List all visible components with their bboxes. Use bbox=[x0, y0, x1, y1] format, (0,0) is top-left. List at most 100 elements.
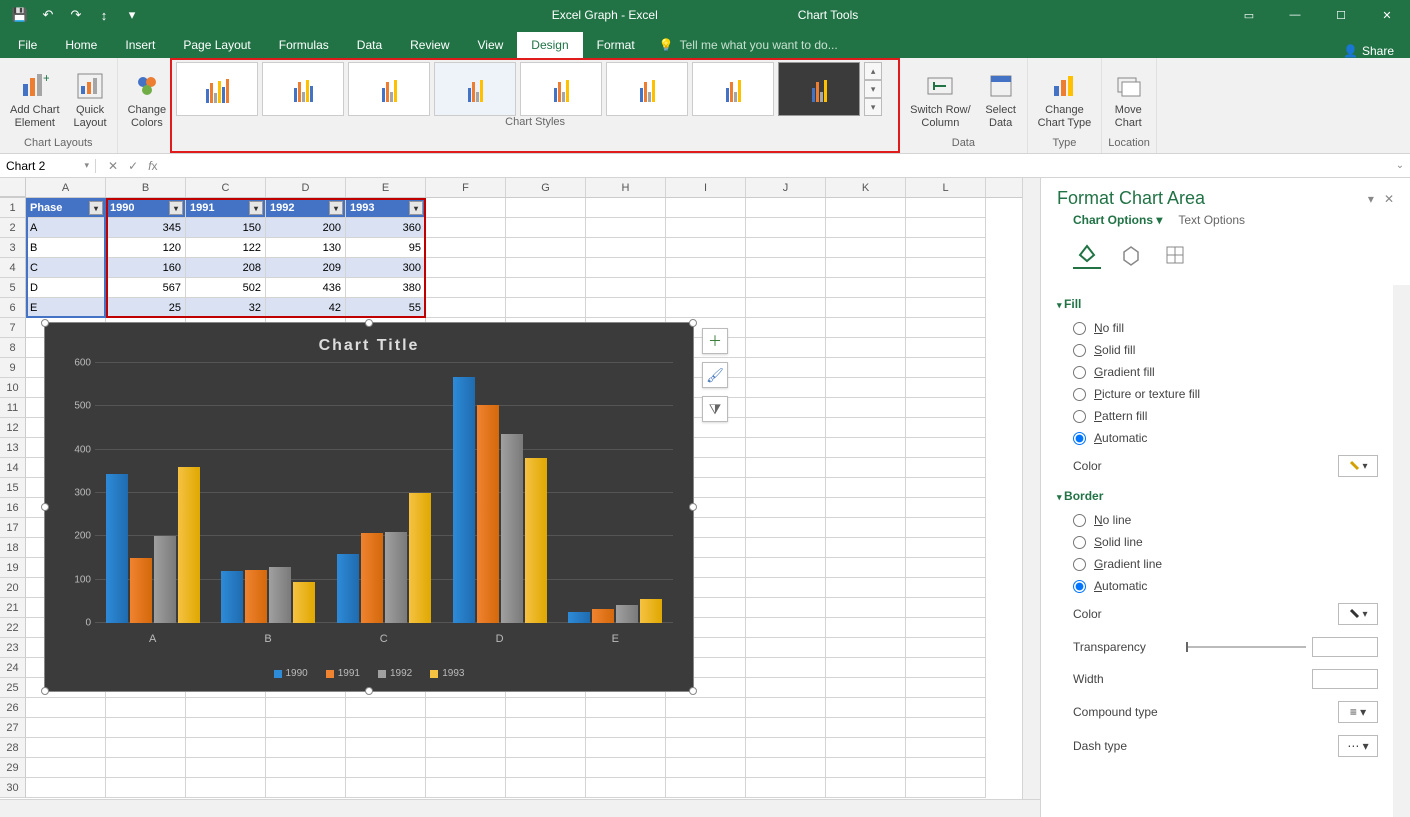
cell[interactable] bbox=[666, 258, 746, 278]
cell[interactable] bbox=[746, 478, 826, 498]
bar[interactable] bbox=[568, 612, 590, 623]
cell[interactable] bbox=[826, 598, 906, 618]
name-box[interactable]: Chart 2 ▾ bbox=[0, 159, 96, 173]
cell[interactable] bbox=[746, 658, 826, 678]
filter-dropdown-icon[interactable]: ▾ bbox=[409, 201, 423, 215]
cell[interactable]: 345 bbox=[106, 218, 186, 238]
row-header[interactable]: 24 bbox=[0, 658, 26, 678]
cell[interactable] bbox=[746, 298, 826, 318]
cell[interactable] bbox=[826, 378, 906, 398]
cell[interactable] bbox=[666, 758, 746, 778]
cell[interactable]: 360 bbox=[346, 218, 426, 238]
cell[interactable] bbox=[506, 298, 586, 318]
border-section-header[interactable]: Border bbox=[1053, 483, 1398, 509]
radio-input[interactable] bbox=[1073, 366, 1086, 379]
cell[interactable] bbox=[666, 238, 746, 258]
row-header[interactable]: 10 bbox=[0, 378, 26, 398]
cell[interactable] bbox=[746, 618, 826, 638]
row-header[interactable]: 28 bbox=[0, 738, 26, 758]
gallery-down-icon[interactable]: ▾ bbox=[864, 80, 882, 98]
radio-input[interactable] bbox=[1073, 558, 1086, 571]
cell[interactable] bbox=[26, 778, 106, 798]
cell[interactable]: 209 bbox=[266, 258, 346, 278]
row-header[interactable]: 18 bbox=[0, 538, 26, 558]
cell[interactable] bbox=[906, 718, 986, 738]
cell[interactable] bbox=[266, 778, 346, 798]
cell[interactable] bbox=[746, 578, 826, 598]
cell[interactable] bbox=[906, 778, 986, 798]
cell[interactable] bbox=[906, 438, 986, 458]
width-input[interactable] bbox=[1312, 669, 1378, 689]
bar[interactable] bbox=[221, 571, 243, 623]
fill-option[interactable]: Automatic bbox=[1053, 427, 1398, 449]
fill-option[interactable]: Gradient fill bbox=[1053, 361, 1398, 383]
row-header[interactable]: 7 bbox=[0, 318, 26, 338]
move-chart-button[interactable]: Move Chart bbox=[1108, 68, 1148, 130]
cell[interactable] bbox=[506, 198, 586, 218]
cancel-formula-icon[interactable]: ✕ bbox=[108, 159, 118, 173]
cell[interactable] bbox=[586, 778, 666, 798]
border-option[interactable]: Gradient line bbox=[1053, 553, 1398, 575]
cell[interactable] bbox=[586, 698, 666, 718]
cell[interactable] bbox=[826, 778, 906, 798]
column-header[interactable]: E bbox=[346, 178, 426, 197]
change-chart-type-button[interactable]: Change Chart Type bbox=[1034, 68, 1096, 130]
cell[interactable] bbox=[426, 718, 506, 738]
cell[interactable] bbox=[906, 618, 986, 638]
cell[interactable] bbox=[906, 558, 986, 578]
vertical-scrollbar[interactable] bbox=[1022, 178, 1040, 799]
row-header[interactable]: 1 bbox=[0, 198, 26, 218]
column-header[interactable]: D bbox=[266, 178, 346, 197]
cell[interactable] bbox=[586, 758, 666, 778]
cell[interactable] bbox=[746, 458, 826, 478]
name-box-dropdown-icon[interactable]: ▾ bbox=[84, 160, 89, 171]
pane-close-icon[interactable]: ✕ bbox=[1384, 192, 1394, 206]
cell[interactable] bbox=[26, 758, 106, 778]
cell[interactable]: C bbox=[26, 258, 106, 278]
cell[interactable] bbox=[186, 698, 266, 718]
cell[interactable] bbox=[906, 318, 986, 338]
transparency-slider[interactable] bbox=[1186, 646, 1306, 648]
row-header[interactable]: 2 bbox=[0, 218, 26, 238]
cell[interactable] bbox=[506, 758, 586, 778]
cell[interactable]: A bbox=[26, 218, 106, 238]
cell[interactable] bbox=[746, 318, 826, 338]
row-header[interactable]: 3 bbox=[0, 238, 26, 258]
cell[interactable] bbox=[906, 518, 986, 538]
cell[interactable] bbox=[346, 758, 426, 778]
cell[interactable] bbox=[666, 718, 746, 738]
cell[interactable] bbox=[826, 758, 906, 778]
cell[interactable]: D bbox=[26, 278, 106, 298]
horizontal-scrollbar[interactable] bbox=[0, 799, 1040, 817]
cell[interactable] bbox=[826, 278, 906, 298]
switch-row-column-button[interactable]: Switch Row/ Column bbox=[906, 68, 975, 130]
fill-section-header[interactable]: Fill bbox=[1053, 291, 1398, 317]
cell[interactable] bbox=[826, 698, 906, 718]
cell[interactable] bbox=[506, 778, 586, 798]
row-header[interactable]: 23 bbox=[0, 638, 26, 658]
cell[interactable] bbox=[426, 258, 506, 278]
chart-style-7[interactable] bbox=[692, 62, 774, 116]
embedded-chart[interactable]: Chart Title 0100200300400500600 ABCDE 19… bbox=[44, 322, 694, 692]
effects-icon[interactable] bbox=[1117, 241, 1145, 269]
bar[interactable] bbox=[361, 533, 383, 623]
bar-group[interactable] bbox=[568, 599, 662, 623]
change-colors-button[interactable]: Change Colors bbox=[124, 68, 171, 130]
cell[interactable] bbox=[906, 238, 986, 258]
column-header[interactable]: L bbox=[906, 178, 986, 197]
cell[interactable]: 130 bbox=[266, 238, 346, 258]
cell[interactable] bbox=[746, 538, 826, 558]
column-header[interactable]: K bbox=[826, 178, 906, 197]
cell[interactable] bbox=[826, 518, 906, 538]
cell[interactable]: 200 bbox=[266, 218, 346, 238]
row-header[interactable]: 5 bbox=[0, 278, 26, 298]
filter-dropdown-icon[interactable]: ▾ bbox=[329, 201, 343, 215]
cell[interactable] bbox=[586, 198, 666, 218]
cell[interactable] bbox=[746, 358, 826, 378]
row-header[interactable]: 16 bbox=[0, 498, 26, 518]
cell[interactable] bbox=[906, 378, 986, 398]
bar[interactable] bbox=[293, 582, 315, 623]
cell[interactable]: 208 bbox=[186, 258, 266, 278]
cell[interactable] bbox=[826, 438, 906, 458]
chart-legend[interactable]: 1990199119921993 bbox=[45, 668, 693, 679]
